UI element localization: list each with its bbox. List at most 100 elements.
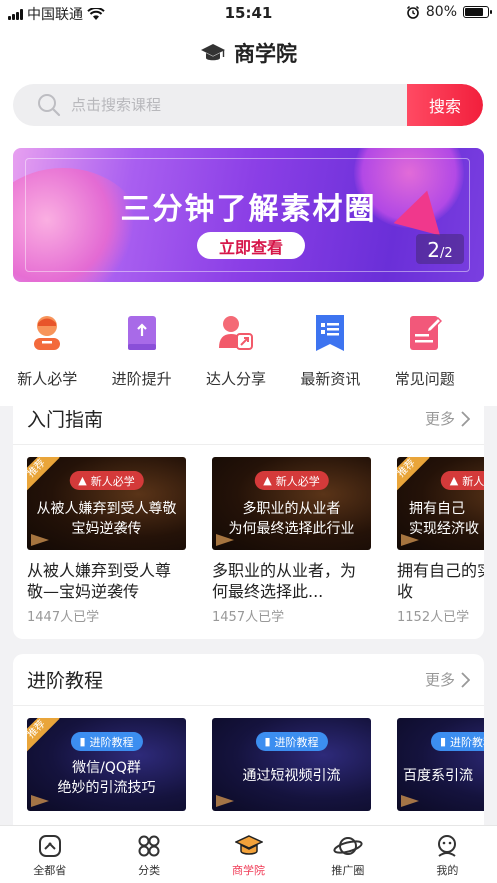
thumbnail-text: 多职业的从业者 为何最终选择此行业 — [228, 501, 355, 537]
thumbnail-text: 微信/QQ群 绝妙的引流技巧 — [57, 760, 156, 796]
course-tag: ▮进阶教程 — [255, 732, 328, 751]
thumbnail-text: 通过短视频引流 — [242, 768, 341, 784]
course-tag-text: 新人必学 — [275, 474, 320, 488]
guide-section-title: 入门指南 — [27, 409, 104, 431]
book-icon — [123, 312, 161, 354]
more-label: 更多 — [424, 671, 455, 689]
banner-title: 三分钟了解素材圈 — [120, 192, 377, 227]
course-tag: ▲ 新人 — [440, 471, 484, 490]
course-tag: ▮进阶教程 — [70, 732, 143, 751]
battery-percent: 80% — [425, 4, 457, 20]
banner-page-current: 2 — [427, 238, 441, 262]
course-card[interactable]: ▮进阶教程 百度系引流 — [397, 718, 484, 811]
tab-label: 推广圈 — [331, 864, 365, 877]
advanced-section: 进阶教程 更多 推荐 ▮ 进阶教程 微信/QQ群 绝妙的引流技巧 ▮ 进阶教程 通过… — [13, 654, 484, 834]
planet-icon — [333, 837, 363, 855]
search-row: 搜索 — [0, 80, 497, 136]
promo-banner[interactable]: 三分钟了解素材圈 立即查看 2 / 2 — [13, 148, 484, 282]
tab-promotion[interactable]: 推广圈 — [298, 826, 397, 883]
tab-label: 商学院 — [232, 864, 266, 877]
home-icon — [38, 835, 61, 857]
course-tag-text: 进阶教程 — [274, 735, 319, 749]
chevron-right-icon — [461, 410, 470, 427]
paper-plane-icon — [401, 795, 419, 807]
bottom-tab-bar: 全都省 分类 商学院 推广圈 我的 — [0, 825, 497, 883]
course-card[interactable]: ▲ 新人必学 多职业的从业者 为何最终选择此行业 多职业的从业者，为何最终选择此.… — [212, 457, 371, 625]
cap-mini-icon: ▲ — [78, 474, 87, 487]
tab-profile[interactable]: 我的 — [398, 826, 497, 883]
thumbnail-text: 拥有自己 实现经济收 — [409, 501, 479, 537]
category-icon — [138, 835, 160, 857]
book-mini-icon: ▮ — [439, 735, 447, 748]
course-tag-text: 进阶教程 — [89, 735, 134, 749]
tab-home[interactable]: 全都省 — [0, 826, 99, 883]
paper-plane-icon — [216, 534, 234, 546]
page-title: 商学院 — [234, 42, 297, 66]
page-header: 商学院 — [0, 26, 497, 80]
more-label: 更多 — [424, 410, 455, 428]
status-right: 80% — [406, 4, 492, 20]
category-newcomer[interactable]: 新人必学 — [0, 312, 94, 406]
course-card[interactable]: 推荐 ▲新人 拥有自己 实现经济收 拥有自己的实现经济收 1152人已学 — [397, 457, 484, 625]
graduation-cap-icon — [234, 835, 263, 855]
guide-section: 入门指南 更多 推荐 ▲ 新人必学 从被人嫌弃到受人尊敬 宝妈逆袭传 从被人嫌弃到… — [13, 393, 484, 639]
status-bar: 中国联通 15:41 80% — [0, 0, 497, 26]
course-card[interactable]: ▮ 进阶教程 通过短视频引流 — [212, 718, 371, 811]
advanced-more-link[interactable]: 更多 — [425, 669, 470, 690]
search-icon — [38, 94, 61, 117]
news-icon — [311, 312, 349, 354]
paper-plane-icon — [401, 534, 419, 546]
advanced-section-header: 进阶教程 更多 — [13, 654, 484, 706]
course-tag-text: 新人 — [462, 474, 484, 488]
course-thumbnail: ▲ 新人必学 多职业的从业者 为何最终选择此行业 — [212, 457, 371, 550]
category-expert-share[interactable]: 达人分享 — [189, 312, 283, 406]
guide-course-list: 推荐 ▲ 新人必学 从被人嫌弃到受人尊敬 宝妈逆袭传 从被人嫌弃到受人尊敬—宝妈逆… — [13, 445, 484, 639]
share-user-icon — [217, 312, 255, 354]
category-label: 最新资讯 — [300, 370, 361, 388]
paper-plane-icon — [216, 795, 234, 807]
category-faq[interactable]: 常见问题 — [378, 312, 472, 406]
advanced-course-list: 推荐 ▮ 进阶教程 微信/QQ群 绝妙的引流技巧 ▮ 进阶教程 通过短视频引流 ▮ 进… — [13, 706, 484, 834]
guide-more-link[interactable]: 更多 — [425, 408, 470, 429]
category-label: 达人分享 — [205, 370, 266, 388]
thumbnail-text: 从被人嫌弃到受人尊敬 宝妈逆袭传 — [36, 501, 177, 537]
category-news[interactable]: 最新资讯 — [283, 312, 377, 406]
course-thumbnail: 推荐 ▲ 新人 拥有自己 实现经济收 — [397, 457, 484, 550]
search-input[interactable] — [71, 96, 371, 114]
search-box: 搜索 — [13, 84, 483, 126]
course-title: 从被人嫌弃到受人尊敬—宝妈逆袭传 — [27, 561, 172, 601]
banner-pager: 2 / 2 — [416, 234, 464, 264]
category-label: 新人必学 — [17, 370, 78, 388]
category-label: 常见问题 — [394, 370, 455, 388]
tab-category[interactable]: 分类 — [99, 826, 198, 883]
category-grid: 新人必学 进阶提升 达人分享 最新资讯 常见问题 — [0, 296, 497, 406]
banner-view-button[interactable]: 立即查看 — [197, 232, 305, 259]
course-tag-text: 进阶教程 — [450, 735, 484, 749]
category-label: 进阶提升 — [111, 370, 172, 388]
battery-level-fill — [465, 8, 483, 16]
category-advanced[interactable]: 进阶提升 — [94, 312, 188, 406]
cap-mini-icon: ▲ — [263, 474, 272, 487]
course-tag: ▮进阶教程 — [430, 732, 484, 751]
search-button[interactable]: 搜索 — [407, 84, 483, 126]
tab-business-school[interactable]: 商学院 — [199, 826, 298, 883]
tab-label: 分类 — [138, 864, 161, 877]
course-tag: ▲ 新人必学 — [254, 471, 329, 490]
profile-icon — [438, 835, 457, 857]
guide-section-header: 入门指南 更多 — [13, 393, 484, 445]
course-thumbnail: ▮进阶教程 百度系引流 — [397, 718, 484, 811]
course-learners: 1447人已学 — [27, 610, 100, 625]
graduation-cap-icon — [201, 44, 225, 61]
course-card[interactable]: 推荐 ▮ 进阶教程 微信/QQ群 绝妙的引流技巧 — [27, 718, 186, 811]
alarm-icon — [406, 5, 419, 19]
paper-plane-icon — [31, 795, 49, 807]
recommend-ribbon: 推荐 — [397, 457, 430, 492]
course-tag-text: 新人必学 — [90, 474, 135, 488]
book-mini-icon: ▮ — [79, 735, 86, 748]
banner-page-total: 2 — [444, 246, 453, 261]
recommend-ribbon: 推荐 — [27, 457, 60, 492]
course-thumbnail: ▮ 进阶教程 通过短视频引流 — [212, 718, 371, 811]
tab-label: 全都省 — [33, 864, 67, 877]
course-tag: ▲ 新人必学 — [69, 471, 144, 490]
course-card[interactable]: 推荐 ▲ 新人必学 从被人嫌弃到受人尊敬 宝妈逆袭传 从被人嫌弃到受人尊敬—宝妈逆… — [27, 457, 186, 625]
